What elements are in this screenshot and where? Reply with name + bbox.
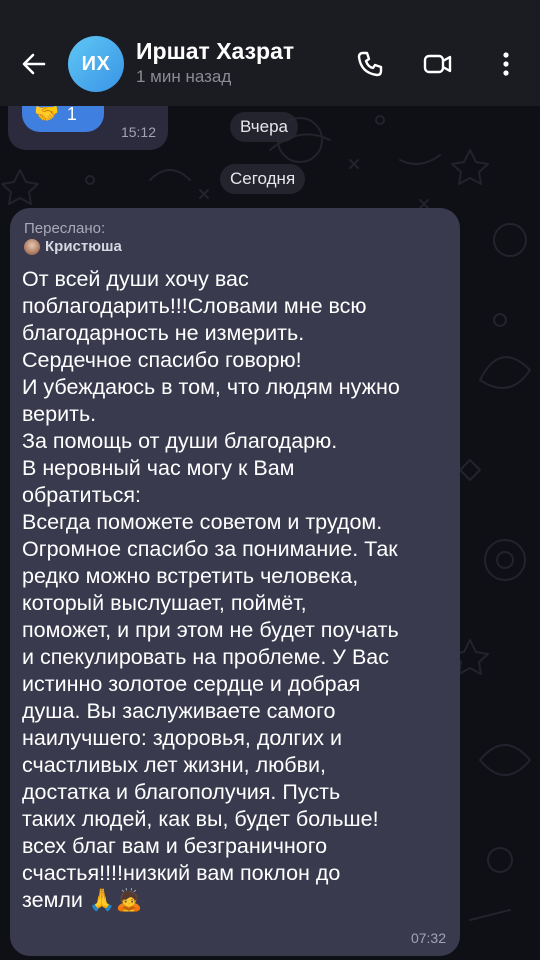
message-line: всех благ вам и безграничного xyxy=(22,834,328,858)
message-line: счастливых лет жизни, любви, xyxy=(22,753,327,777)
more-vertical-icon xyxy=(503,52,509,76)
author-name: Кристюша xyxy=(45,238,122,255)
message-text: От всей души хочу вас поблагодарить!!!Сло… xyxy=(22,266,452,914)
message-line: И убеждаюсь в том, что людям нужно xyxy=(22,375,400,399)
author-avatar xyxy=(24,238,40,255)
phone-icon xyxy=(357,51,383,77)
message-line: достатка и благополучия. Пусть xyxy=(22,780,341,804)
message-line: поблагодарить!!!Словами мне всю xyxy=(22,294,367,318)
arrow-left-icon xyxy=(22,53,46,75)
video-camera-icon xyxy=(423,54,452,74)
message-line: истинно золотое сердце и добрая xyxy=(22,672,361,696)
message-bubble[interactable]: Переслано: Кристюша От всей души хочу ва… xyxy=(10,208,460,956)
message-line: поможет, и при этом не будет поучать xyxy=(22,618,399,642)
forwarded-label: Переслано: xyxy=(24,220,106,237)
call-button[interactable] xyxy=(350,44,390,84)
message-line: От всей души хочу вас xyxy=(22,267,249,291)
video-call-button[interactable] xyxy=(418,44,458,84)
message-line: Сердечное спасибо говорю! xyxy=(22,348,302,372)
contact-avatar[interactable]: ИХ xyxy=(68,36,124,92)
message-line: счастья!!!!низкий вам поклон до xyxy=(22,861,341,885)
back-button[interactable] xyxy=(14,44,54,84)
message-line: В неровный час могу к Вам xyxy=(22,456,295,480)
contact-name[interactable]: Иршат Хазрат xyxy=(136,38,294,65)
last-seen-status: 1 мин назад xyxy=(136,67,232,86)
message-line: и спекулировать на проблеме. У Вас xyxy=(22,645,389,669)
handshake-icon: 🤝 xyxy=(34,103,59,125)
message-line: верить. xyxy=(22,402,97,426)
message-line: Всегда поможете советом и трудом. xyxy=(22,510,383,534)
message-line: Огромное спасибо за понимание. Так xyxy=(22,537,398,561)
message-line: За помощь от души благодарю. xyxy=(22,429,338,453)
date-separator-today: Сегодня xyxy=(220,164,306,194)
message-time: 15:12 xyxy=(120,124,156,140)
chat-header: ИХ Иршат Хазрат 1 мин назад xyxy=(0,0,540,106)
message-line: редко можно встретить человека, xyxy=(22,564,359,588)
date-separator-yesterday: Вчера xyxy=(230,112,298,142)
message-line: обратиться: xyxy=(22,483,141,507)
message-line: который выслушает, поймёт, xyxy=(22,591,307,615)
message-time: 07:32 xyxy=(410,930,446,946)
message-line: благодарность не измерить. xyxy=(22,321,305,345)
forwarded-author[interactable]: Кристюша xyxy=(24,238,122,255)
message-line: земли 🙏🙇 xyxy=(22,888,143,912)
reaction-count: 1 xyxy=(66,103,77,124)
more-options-button[interactable] xyxy=(486,44,526,84)
message-line: таких людей, как вы, будет больше! xyxy=(22,807,379,831)
message-line: душа. Вы заслуживаете самого xyxy=(22,699,336,723)
message-line: наилучшего: здоровья, долгих и xyxy=(22,726,342,750)
